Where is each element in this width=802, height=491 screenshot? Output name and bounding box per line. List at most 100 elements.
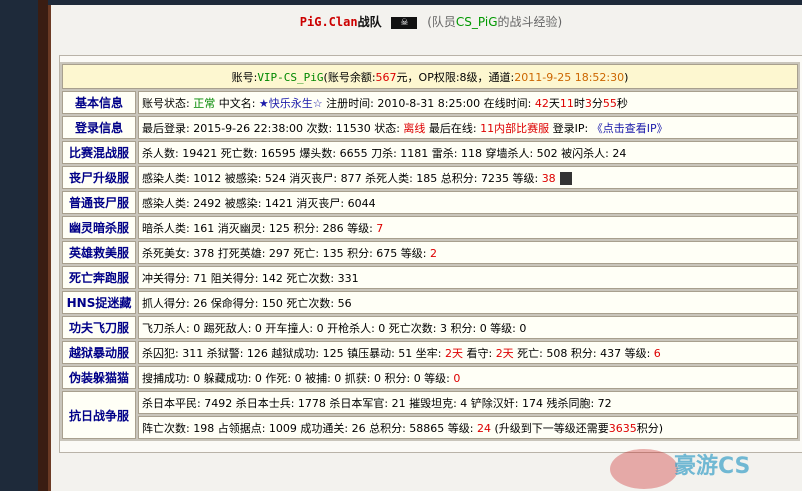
stats-row: 功夫飞刀服 飞刀杀人: 0 踢死敌人: 0 开车撞人: 0 开枪杀人: 0 死亡次… bbox=[62, 316, 798, 339]
stat-text[interactable]: 《点击查看IP》 bbox=[592, 122, 668, 135]
pirate-flag-icon: ☠ bbox=[391, 16, 418, 29]
stats-row: 登录信息 最后登录: 2015-9-26 22:38:00 次数: 11530 状… bbox=[62, 116, 798, 139]
stats-row: 比赛混战服 杀人数: 19421 死亡数: 16595 爆头数: 6655 刀杀:… bbox=[62, 141, 798, 164]
stat-text: 冲关得分: 71 阻关得分: 142 死亡次数: 331 bbox=[142, 271, 359, 285]
category-label[interactable]: 普通丧尸服 bbox=[62, 191, 136, 214]
stat-text: 7 bbox=[376, 221, 384, 235]
stats-value: 飞刀杀人: 0 踢死敌人: 0 开车撞人: 0 开枪杀人: 0 死亡次数: 3 … bbox=[138, 316, 798, 339]
team-label: 战队 bbox=[357, 15, 382, 29]
stats-value: 杀死美女: 378 打死英雄: 297 死亡: 135 积分: 675 等级: … bbox=[138, 241, 798, 264]
stat-text: 抓人得分: 26 保命得分: 150 死亡次数: 56 bbox=[142, 296, 352, 310]
stats-value: 感染人类: 1012 被感染: 524 消灭丧尸: 877 杀死人类: 185 … bbox=[138, 166, 798, 189]
stat-text: 55 bbox=[602, 96, 617, 110]
stats-row: HNS捉迷藏 抓人得分: 26 保命得分: 150 死亡次数: 56 bbox=[62, 291, 798, 314]
war-line-1: 杀日本平民: 7492 杀日本士兵: 1778 杀日本军官: 21 摧毁坦克: … bbox=[138, 391, 798, 414]
stat-text: 42 bbox=[534, 96, 549, 110]
stat-text: 感染人类: 2492 被感染: 1421 消灭丧尸: 6044 bbox=[142, 196, 376, 210]
category-label[interactable]: 比赛混战服 bbox=[62, 141, 136, 164]
stats-table: 账号:VIP-CS_PiG(账号余额:567元，OP权限:8级，通道:2011-… bbox=[60, 62, 800, 441]
stat-text: 积分) bbox=[636, 421, 664, 435]
stats-value: 杀囚犯: 311 杀狱警: 126 越狱成功: 125 镇压暴动: 51 坐牢:… bbox=[138, 341, 798, 364]
category-label[interactable]: HNS捉迷藏 bbox=[62, 291, 136, 314]
stats-row: 幽灵暗杀服 暗杀人类: 161 消灭幽灵: 125 积分: 286 等级: 7 bbox=[62, 216, 798, 239]
war-level: 24 bbox=[476, 421, 491, 435]
stat-text: 感染人类: 1012 被感染: 524 消灭丧尸: 877 杀死人类: 185 … bbox=[142, 171, 542, 185]
stats-value: 账号状态: 正常 中文名: ★快乐永生☆ 注册时间: 2010-8-31 8:2… bbox=[138, 91, 798, 114]
category-label[interactable]: 伪装躲猫猫 bbox=[62, 366, 136, 389]
window-frame-left bbox=[38, 0, 48, 491]
stat-text: 11 bbox=[559, 96, 574, 110]
stat-text: 杀死美女: 378 打死英雄: 297 死亡: 135 积分: 675 等级: bbox=[142, 246, 430, 260]
stat-text: 死亡: 508 积分: 437 等级: bbox=[513, 346, 654, 360]
stat-text: 账号状态: bbox=[142, 96, 194, 110]
balance-value: 567 bbox=[375, 70, 397, 84]
category-label[interactable]: 基本信息 bbox=[62, 91, 136, 114]
title-suffix: 的战斗经验) bbox=[497, 15, 563, 29]
stats-row: 基本信息 账号状态: 正常 中文名: ★快乐永生☆ 注册时间: 2010-8-31… bbox=[62, 91, 798, 114]
account-label: 账号: bbox=[231, 70, 258, 84]
stat-text: 中文名: bbox=[215, 96, 259, 110]
stat-text: 最后登录: 2015-9-26 22:38:00 次数: 11530 状态: bbox=[142, 121, 404, 135]
war-row: 抗日战争服 杀日本平民: 7492 杀日本士兵: 1778 杀日本军官: 21 摧… bbox=[62, 391, 798, 439]
header-close: ) bbox=[624, 70, 629, 84]
stat-text: 暗杀人类: 161 消灭幽灵: 125 积分: 286 等级: bbox=[142, 221, 377, 235]
category-label[interactable]: 幽灵暗杀服 bbox=[62, 216, 136, 239]
stat-text: 11内部比赛服 bbox=[480, 121, 550, 135]
stats-value: 搜捕成功: 0 躲藏成功: 0 作死: 0 被捕: 0 抓获: 0 积分: 0 … bbox=[138, 366, 798, 389]
player-avatar-icon bbox=[559, 172, 572, 185]
stat-text: 阵亡次数: 198 占领据点: 1009 成功通关: 26 总积分: 58865… bbox=[142, 421, 477, 435]
stats-row: 丧尸升级服 感染人类: 1012 被感染: 524 消灭丧尸: 877 杀死人类:… bbox=[62, 166, 798, 189]
stat-text: 最后在线: bbox=[425, 121, 481, 135]
stat-text: 秒 bbox=[616, 96, 628, 110]
title-prefix: (队员 bbox=[427, 15, 456, 29]
stat-text: 3 bbox=[584, 96, 592, 110]
stat-text: 飞刀杀人: 0 踢死敌人: 0 开车撞人: 0 开枪杀人: 0 死亡次数: 3 … bbox=[142, 321, 527, 335]
stat-text: 杀人数: 19421 死亡数: 16595 爆头数: 6655 刀杀: 1181… bbox=[142, 146, 627, 160]
category-label[interactable]: 越狱暴动服 bbox=[62, 341, 136, 364]
stats-row: 死亡奔跑服 冲关得分: 71 阻关得分: 142 死亡次数: 331 bbox=[62, 266, 798, 289]
op-level: 8级，通道: bbox=[459, 70, 515, 84]
stat-text: 注册时间: 2010-8-31 8:25:00 在线时间: bbox=[322, 96, 535, 110]
account-id: VIP-CS_PiG bbox=[257, 70, 324, 84]
stat-text: 6 bbox=[653, 346, 661, 360]
watermark-logo: 豪游CS bbox=[610, 449, 750, 489]
category-label[interactable]: 登录信息 bbox=[62, 116, 136, 139]
stat-text: (升级到下一等级还需要 bbox=[490, 421, 609, 435]
stats-value: 暗杀人类: 161 消灭幽灵: 125 积分: 286 等级: 7 bbox=[138, 216, 798, 239]
war-need: 3635 bbox=[608, 421, 637, 435]
stat-text: 2 bbox=[429, 246, 437, 260]
stats-value: 杀人数: 19421 死亡数: 16595 爆头数: 6655 刀杀: 1181… bbox=[138, 141, 798, 164]
stat-text: 分 bbox=[591, 96, 603, 110]
stats-value: 抓人得分: 26 保命得分: 150 死亡次数: 56 bbox=[138, 291, 798, 314]
stat-text: 2天 bbox=[495, 346, 514, 360]
category-label[interactable]: 抗日战争服 bbox=[62, 391, 136, 439]
stat-text: 天 bbox=[548, 96, 560, 110]
category-label[interactable]: 丧尸升级服 bbox=[62, 166, 136, 189]
stat-text: 时 bbox=[573, 96, 585, 110]
stats-row: 英雄救美服 杀死美女: 378 打死英雄: 297 死亡: 135 积分: 675… bbox=[62, 241, 798, 264]
watermark-text: 豪游CS bbox=[674, 453, 750, 479]
stat-text: 38 bbox=[541, 171, 556, 185]
account-header: 账号:VIP-CS_PiG(账号余额:567元，OP权限:8级，通道:2011-… bbox=[62, 64, 798, 89]
clan-tag: PiG.Clan bbox=[299, 15, 358, 29]
stat-text: 正常 bbox=[193, 96, 216, 110]
balance-label: (账号余额: bbox=[323, 70, 376, 84]
header-time: 2011-9-25 18:52:30 bbox=[514, 70, 625, 84]
stats-row: 伪装躲猫猫 搜捕成功: 0 躲藏成功: 0 作死: 0 被捕: 0 抓获: 0 积… bbox=[62, 366, 798, 389]
stat-text: 看守: bbox=[462, 346, 496, 360]
account-header-row: 账号:VIP-CS_PiG(账号余额:567元，OP权限:8级，通道:2011-… bbox=[62, 64, 798, 89]
category-label[interactable]: 死亡奔跑服 bbox=[62, 266, 136, 289]
category-label[interactable]: 英雄救美服 bbox=[62, 241, 136, 264]
page-title: PiG.Clan战队 ☠ (队员CS_PiG的战斗经验) bbox=[51, 13, 802, 30]
stats-row: 普通丧尸服 感染人类: 2492 被感染: 1421 消灭丧尸: 6044 bbox=[62, 191, 798, 214]
stats-row: 越狱暴动服 杀囚犯: 311 杀狱警: 126 越狱成功: 125 镇压暴动: 5… bbox=[62, 341, 798, 364]
stat-text: 登录IP: bbox=[549, 121, 592, 135]
stat-text: 离线 bbox=[403, 121, 426, 135]
stat-text: 2天 bbox=[444, 346, 463, 360]
stat-text: 杀囚犯: 311 杀狱警: 126 越狱成功: 125 镇压暴动: 51 坐牢: bbox=[142, 346, 445, 360]
stat-text: ★快乐永生☆ bbox=[258, 96, 323, 110]
stats-value: 冲关得分: 71 阻关得分: 142 死亡次数: 331 bbox=[138, 266, 798, 289]
stat-text: 搜捕成功: 0 躲藏成功: 0 作死: 0 被捕: 0 抓获: 0 积分: 0 … bbox=[142, 371, 454, 385]
balance-unit: 元，OP权限: bbox=[396, 70, 460, 84]
category-label[interactable]: 功夫飞刀服 bbox=[62, 316, 136, 339]
